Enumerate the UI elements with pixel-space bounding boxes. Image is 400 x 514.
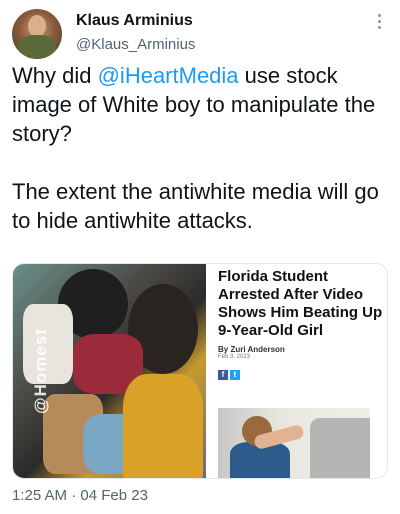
twitter-icon: t — [230, 370, 240, 380]
author-avatar[interactable] — [12, 9, 62, 59]
article-screenshot[interactable]: Florida Student Arrested After Video Sho… — [208, 264, 387, 478]
author-display-name[interactable]: Klaus Arminius — [76, 12, 193, 30]
watermark-text: @Homest — [31, 328, 50, 414]
avatar-head — [28, 15, 46, 37]
tweet-text-part2: use stock image of White boy to manipula… — [12, 63, 379, 233]
author-handle[interactable]: @Klaus_Arminius — [76, 36, 195, 53]
tweet-text-part1: Why did — [12, 63, 98, 88]
facebook-icon: f — [218, 370, 228, 380]
article-byline: By Zuri Anderson — [218, 345, 285, 354]
mention-link[interactable]: @iHeartMedia — [98, 63, 239, 88]
avatar-body — [18, 35, 56, 59]
article-stock-photo — [218, 408, 370, 478]
tweet-timestamp[interactable]: 1:25 AM · 04 Feb 23 — [12, 487, 148, 504]
figure-shape — [123, 374, 203, 478]
tweet-text: Why did @iHeartMedia use stock image of … — [12, 61, 392, 235]
article-date: Feb 3, 2023 — [218, 354, 251, 360]
share-buttons: f t — [218, 370, 240, 380]
article-headline: Florida Student Arrested After Video Sho… — [218, 268, 383, 339]
more-options-icon[interactable] — [378, 14, 382, 32]
sofa-shape — [310, 418, 370, 478]
tweet-media[interactable]: @Homest Florida Student Arrested After V… — [12, 263, 388, 479]
video-still-photo[interactable]: @Homest — [13, 264, 206, 478]
